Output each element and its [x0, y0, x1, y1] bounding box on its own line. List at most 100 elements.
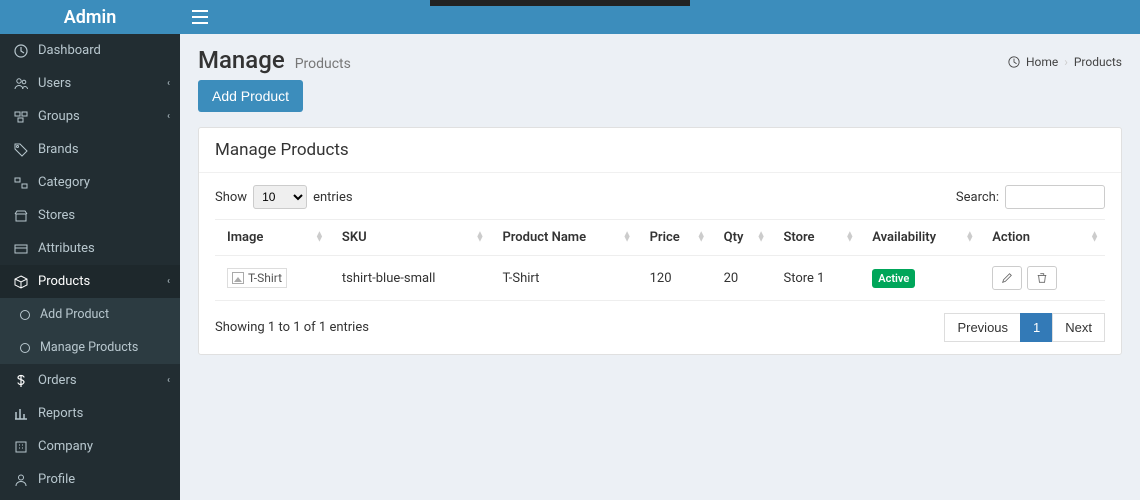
sidebar-item-label: Reports [38, 406, 83, 421]
sidebar-item-label: Category [38, 175, 90, 190]
next-button[interactable]: Next [1052, 313, 1105, 342]
main-content: Manage Products Home › Products Add Prod… [180, 34, 1140, 500]
sort-icon: ▲▼ [965, 232, 974, 243]
header-dark-bar [430, 0, 690, 6]
hamburger-icon [192, 10, 208, 24]
col-qty[interactable]: Qty▲▼ [712, 220, 772, 256]
products-table: Image▲▼ SKU▲▼ Product Name▲▼ Price▲▼ Qty… [215, 219, 1105, 301]
chevron-left-icon: ‹ [167, 111, 170, 122]
cube-icon [12, 275, 30, 289]
col-price[interactable]: Price▲▼ [638, 220, 712, 256]
breadcrumb-home[interactable]: Home [1026, 55, 1058, 69]
trash-icon [1036, 272, 1048, 284]
circle-icon [20, 343, 30, 353]
sidebar-item-profile[interactable]: Profile [0, 463, 180, 496]
sidebar-item-brands[interactable]: Brands [0, 133, 180, 166]
groups-icon [12, 110, 30, 124]
sidebar-item-label: Dashboard [38, 43, 101, 58]
cell-sku: tshirt-blue-small [330, 256, 491, 301]
store-icon [12, 209, 30, 223]
cell-qty: 20 [712, 256, 772, 301]
sidebar-item-label: Company [38, 439, 93, 454]
prev-button[interactable]: Previous [944, 313, 1021, 342]
search-input[interactable] [1005, 185, 1105, 209]
sidebar-item-label: Attributes [38, 241, 95, 256]
col-availability[interactable]: Availability▲▼ [860, 220, 980, 256]
chevron-left-icon: ‹ [167, 276, 170, 287]
cell-image: T-Shirt [215, 256, 330, 301]
user-icon [12, 473, 30, 487]
company-icon [12, 440, 30, 454]
breadcrumb: Home › Products [1008, 55, 1122, 69]
show-label: Show [215, 190, 247, 205]
sidebar-item-attributes[interactable]: Attributes [0, 232, 180, 265]
sort-icon: ▲▼ [1090, 232, 1099, 243]
table-footer: Showing 1 to 1 of 1 entries Previous 1 N… [215, 313, 1105, 342]
sort-icon: ▲▼ [757, 232, 766, 243]
dollar-icon [12, 374, 30, 388]
search-label: Search: [956, 190, 999, 205]
sidebar-item-label: Brands [38, 142, 79, 157]
col-name[interactable]: Product Name▲▼ [490, 220, 637, 256]
sidebar-item-label: Stores [38, 208, 75, 223]
sidebar-subitem-manage-products[interactable]: Manage Products [0, 331, 180, 364]
tag-icon [12, 143, 30, 157]
pagination: Previous 1 Next [944, 313, 1105, 342]
sidebar-item-label: Orders [38, 373, 77, 388]
edit-button[interactable] [992, 266, 1022, 290]
sort-icon: ▲▼ [697, 232, 706, 243]
cell-name: T-Shirt [490, 256, 637, 301]
sidebar-item-groups[interactable]: Groups ‹ [0, 100, 180, 133]
nav-toggle[interactable] [180, 0, 220, 34]
page-1-button[interactable]: 1 [1020, 313, 1053, 342]
cell-action [980, 256, 1105, 301]
sidebar-item-label: Products [38, 274, 90, 289]
attributes-icon [12, 242, 30, 256]
image-icon [232, 272, 244, 284]
col-action[interactable]: Action▲▼ [980, 220, 1105, 256]
top-header: Admin [0, 0, 1140, 34]
sidebar-item-label: Profile [38, 472, 75, 487]
content-header: Manage Products Home › Products [180, 34, 1140, 80]
breadcrumb-current: Products [1074, 55, 1122, 69]
sort-icon: ▲▼ [845, 232, 854, 243]
image-placeholder: T-Shirt [227, 268, 287, 288]
sidebar-subitem-add-product[interactable]: Add Product [0, 298, 180, 331]
sidebar-item-stores[interactable]: Stores [0, 199, 180, 232]
category-icon [12, 176, 30, 190]
col-sku[interactable]: SKU▲▼ [330, 220, 491, 256]
cell-availability: Active [860, 256, 980, 301]
sort-icon: ▲▼ [623, 232, 632, 243]
panel-title: Manage Products [199, 128, 1121, 173]
sidebar-item-category[interactable]: Category [0, 166, 180, 199]
sidebar-item-label: Groups [38, 109, 80, 124]
logo[interactable]: Admin [0, 0, 180, 34]
col-store[interactable]: Store▲▼ [771, 220, 860, 256]
sidebar-item-users[interactable]: Users ‹ [0, 67, 180, 100]
sidebar-item-products[interactable]: Products ‹ [0, 265, 180, 298]
status-badge: Active [872, 269, 915, 288]
chevron-left-icon: ‹ [167, 375, 170, 386]
add-product-button[interactable]: Add Product [198, 80, 303, 112]
sort-icon: ▲▼ [315, 232, 324, 243]
page-size-select[interactable]: 10 [253, 185, 307, 209]
cell-price: 120 [638, 256, 712, 301]
sidebar-item-dashboard[interactable]: Dashboard [0, 34, 180, 67]
sidebar-item-company[interactable]: Company [0, 430, 180, 463]
sidebar-item-reports[interactable]: Reports [0, 397, 180, 430]
dashboard-icon [12, 44, 30, 58]
sidebar-item-label: Add Product [40, 307, 109, 322]
col-image[interactable]: Image▲▼ [215, 220, 330, 256]
page-subtitle: Products [295, 56, 351, 72]
pencil-icon [1001, 272, 1013, 284]
delete-button[interactable] [1027, 266, 1057, 290]
entries-label: entries [313, 190, 353, 205]
chart-icon [12, 407, 30, 421]
products-submenu: Add Product Manage Products [0, 298, 180, 364]
circle-icon [20, 310, 30, 320]
sidebar-item-label: Users [38, 76, 71, 91]
cell-store: Store 1 [771, 256, 860, 301]
table-controls: Show 10 entries Search: [215, 185, 1105, 209]
sidebar-item-orders[interactable]: Orders ‹ [0, 364, 180, 397]
sort-icon: ▲▼ [476, 232, 485, 243]
